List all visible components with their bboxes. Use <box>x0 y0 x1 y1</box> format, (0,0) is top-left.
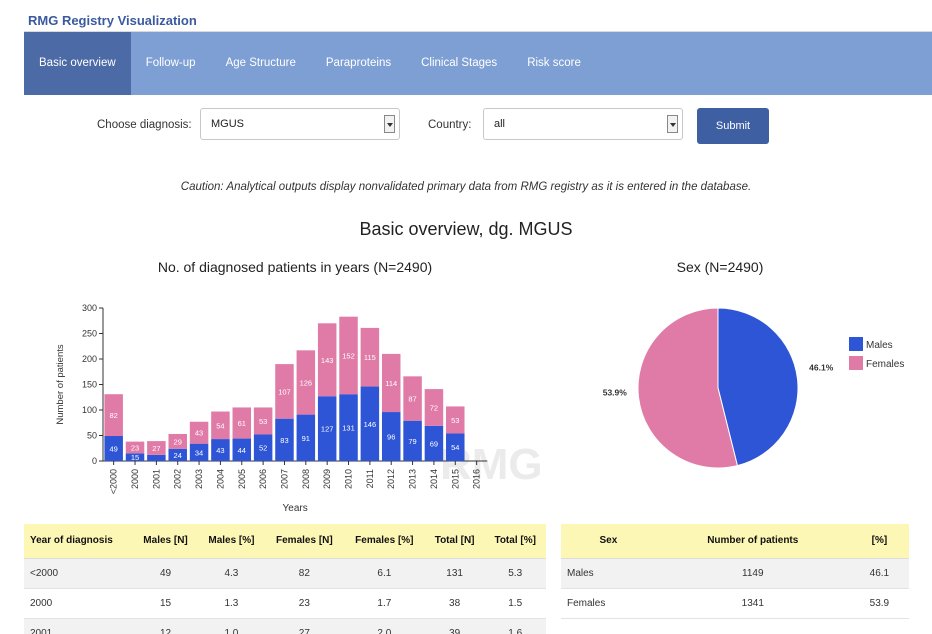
pie-slice-label: 53.9% <box>603 388 628 398</box>
legend-swatch-males <box>849 337 863 351</box>
table-cell: 131 <box>424 558 485 589</box>
table-cell: 23 <box>264 588 344 619</box>
table-cell: <2000 <box>24 558 134 589</box>
table-cell: 4.3 <box>198 558 265 589</box>
table-cell: 27 <box>264 618 344 634</box>
table-cell: 1149 <box>655 558 850 589</box>
table-cell: 2.0 <box>343 618 425 634</box>
table-cell: 2001 <box>24 618 134 634</box>
col-females-n[interactable]: Females [N] <box>264 524 344 559</box>
table-row: 2000 15 1.3 23 1.7 38 1.5 <box>24 588 546 619</box>
table-cell: 1.5 <box>484 588 546 619</box>
table-cell: 5.3 <box>484 558 546 589</box>
table-cell: 39 <box>424 618 485 634</box>
table-cell: 1341 <box>655 588 850 619</box>
table-cell: 49 <box>133 558 198 589</box>
col-total-n[interactable]: Total [N] <box>424 524 485 559</box>
col-sex[interactable]: Sex <box>561 524 656 559</box>
table-cell: 6.1 <box>343 558 425 589</box>
col-percent[interactable]: [%] <box>849 524 909 559</box>
table-cell: Females <box>561 588 656 619</box>
table-cell: 12 <box>133 618 198 634</box>
table-row: 2001 12 1.0 27 2.0 39 1.6 <box>24 618 546 634</box>
table-row: Males 1149 46.1 <box>561 558 909 589</box>
col-total-pct[interactable]: Total [%] <box>484 524 546 559</box>
table-cell: 15 <box>133 588 198 619</box>
table-row: Females 1341 53.9 <box>561 588 909 619</box>
table-cell: 1.6 <box>484 618 546 634</box>
legend-label-males: Males <box>866 340 893 351</box>
table-cell: 2000 <box>24 588 134 619</box>
table-cell: Males <box>561 558 656 589</box>
table-row: <2000 49 4.3 82 6.1 131 5.3 <box>24 558 546 589</box>
years-table-header: Year of diagnosis Males [N] Males [%] Fe… <box>24 524 546 559</box>
col-males-n[interactable]: Males [N] <box>133 524 198 559</box>
table-cell: 1.3 <box>198 588 265 619</box>
pie-slice-label: 46.1% <box>809 362 834 372</box>
legend-label-females: Females <box>866 359 904 370</box>
col-males-pct[interactable]: Males [%] <box>198 524 265 559</box>
table-cell: 82 <box>264 558 344 589</box>
table-cell: 38 <box>424 588 485 619</box>
table-cell: 1.0 <box>198 618 265 634</box>
years-table: Year of diagnosis Males [N] Males [%] Fe… <box>24 524 546 634</box>
col-number-of-patients[interactable]: Number of patients <box>655 524 850 559</box>
sex-table: Sex Number of patients [%] Males 1149 46… <box>561 524 909 619</box>
table-cell: 1.7 <box>343 588 425 619</box>
table-cell: 46.1 <box>849 558 909 589</box>
table-cell: 53.9 <box>849 588 909 619</box>
sex-table-header: Sex Number of patients [%] <box>561 524 909 559</box>
col-year[interactable]: Year of diagnosis <box>24 524 134 559</box>
col-females-pct[interactable]: Females [%] <box>343 524 425 559</box>
legend-swatch-females <box>849 356 863 370</box>
